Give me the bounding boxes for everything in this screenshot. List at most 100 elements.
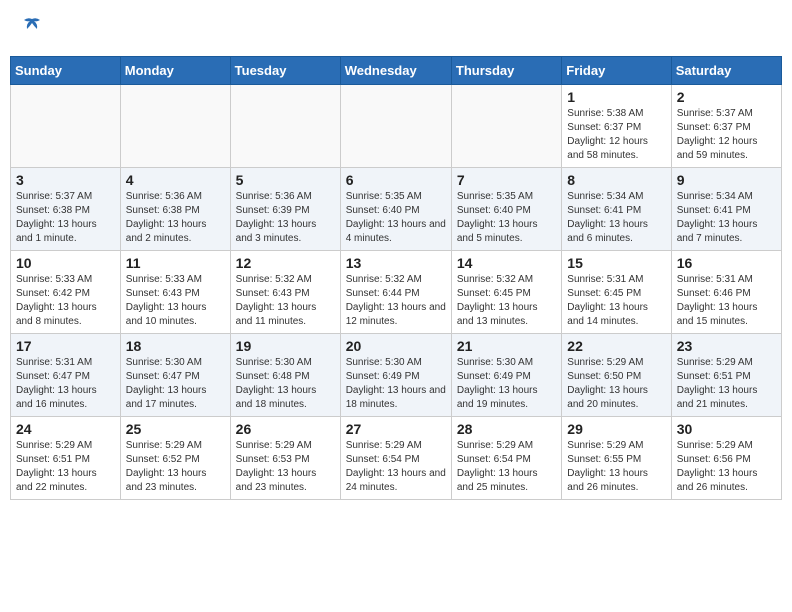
calendar-cell: 30Sunrise: 5:29 AM Sunset: 6:56 PM Dayli… [671, 417, 781, 500]
calendar-cell: 5Sunrise: 5:36 AM Sunset: 6:39 PM Daylig… [230, 168, 340, 251]
calendar-cell: 16 Sunrise: 5:31 AM Sunset: 6:46 PM Dayli… [671, 251, 781, 334]
day-number: 21 [457, 338, 556, 354]
calendar-cell [451, 85, 561, 168]
logo-text-block [20, 15, 44, 41]
calendar-week-5: 24 Sunrise: 5:29 AM Sunset: 6:51 PM Dayli… [11, 417, 782, 500]
day-number: 30 [677, 421, 776, 437]
day-number: 29 [567, 421, 665, 437]
calendar-week-4: 17 Sunrise: 5:31 AM Sunset: 6:47 PM Dayli… [11, 334, 782, 417]
day-info: Sunrise: 5:30 AM Sunset: 6:49 PM Dayligh… [457, 356, 556, 412]
day-info: Sunrise: 5:36 AM Sunset: 6:38 PM Dayligh… [126, 190, 225, 246]
day-info: Sunrise: 5:33 AM Sunset: 6:42 PM Dayligh… [16, 273, 115, 329]
col-header-tuesday: Tuesday [230, 57, 340, 85]
logo-bird-icon [22, 17, 42, 40]
day-number: 17 [16, 338, 115, 354]
day-number: 22 [567, 338, 665, 354]
day-info: Sunrise: 5:35 AM Sunset: 6:40 PM Dayligh… [346, 190, 446, 246]
day-number: 27 [346, 421, 446, 437]
calendar-cell [120, 85, 230, 168]
day-number: 25 [126, 421, 225, 437]
calendar-cell: 13Sunrise: 5:32 AM Sunset: 6:44 PM Dayli… [340, 251, 451, 334]
day-number: 23 [677, 338, 776, 354]
day-info: Sunrise: 5:31 AM Sunset: 6:47 PM Dayligh… [16, 356, 115, 412]
day-info: Sunrise: 5:33 AM Sunset: 6:43 PM Dayligh… [126, 273, 225, 329]
calendar-cell: 26 Sunrise: 5:29 AM Sunset: 6:53 PM Dayli… [230, 417, 340, 500]
calendar-cell: 22 Sunrise: 5:29 AM Sunset: 6:50 PM Dayli… [562, 334, 671, 417]
day-info: Sunrise: 5:29 AM Sunset: 6:55 PM Dayligh… [567, 439, 665, 495]
calendar-cell: 6 Sunrise: 5:35 AM Sunset: 6:40 PM Daylig… [340, 168, 451, 251]
day-info: Sunrise: 5:29 AM Sunset: 6:51 PM Dayligh… [16, 439, 115, 495]
day-number: 26 [236, 421, 335, 437]
day-info: Sunrise: 5:31 AM Sunset: 6:45 PM Dayligh… [567, 273, 665, 329]
day-number: 3 [16, 172, 115, 188]
day-info: Sunrise: 5:37 AM Sunset: 6:38 PM Dayligh… [16, 190, 115, 246]
day-number: 4 [126, 172, 225, 188]
day-info: Sunrise: 5:30 AM Sunset: 6:49 PM Dayligh… [346, 356, 446, 412]
calendar-cell: 1Sunrise: 5:38 AM Sunset: 6:37 PM Daylig… [562, 85, 671, 168]
day-info: Sunrise: 5:35 AM Sunset: 6:40 PM Dayligh… [457, 190, 556, 246]
day-info: Sunrise: 5:29 AM Sunset: 6:54 PM Dayligh… [346, 439, 446, 495]
calendar-cell: 27 Sunrise: 5:29 AM Sunset: 6:54 PM Dayli… [340, 417, 451, 500]
calendar-header-row: SundayMondayTuesdayWednesdayThursdayFrid… [11, 57, 782, 85]
calendar-cell: 21 Sunrise: 5:30 AM Sunset: 6:49 PM Dayli… [451, 334, 561, 417]
calendar-cell: 15 Sunrise: 5:31 AM Sunset: 6:45 PM Dayli… [562, 251, 671, 334]
calendar-cell: 3 Sunrise: 5:37 AM Sunset: 6:38 PM Daylig… [11, 168, 121, 251]
day-number: 5 [236, 172, 335, 188]
day-number: 28 [457, 421, 556, 437]
day-number: 12 [236, 255, 335, 271]
calendar-cell: 8 Sunrise: 5:34 AM Sunset: 6:41 PM Daylig… [562, 168, 671, 251]
day-number: 2 [677, 89, 776, 105]
day-number: 24 [16, 421, 115, 437]
calendar-cell: 17 Sunrise: 5:31 AM Sunset: 6:47 PM Dayli… [11, 334, 121, 417]
day-info: Sunrise: 5:32 AM Sunset: 6:45 PM Dayligh… [457, 273, 556, 329]
logo [20, 15, 44, 41]
day-number: 14 [457, 255, 556, 271]
calendar-cell: 25 Sunrise: 5:29 AM Sunset: 6:52 PM Dayli… [120, 417, 230, 500]
day-number: 19 [236, 338, 335, 354]
calendar-cell: 20 Sunrise: 5:30 AM Sunset: 6:49 PM Dayli… [340, 334, 451, 417]
calendar: SundayMondayTuesdayWednesdayThursdayFrid… [10, 56, 782, 500]
day-number: 6 [346, 172, 446, 188]
calendar-cell: 4 Sunrise: 5:36 AM Sunset: 6:38 PM Daylig… [120, 168, 230, 251]
col-header-monday: Monday [120, 57, 230, 85]
col-header-sunday: Sunday [11, 57, 121, 85]
day-number: 7 [457, 172, 556, 188]
calendar-cell: 2 Sunrise: 5:37 AM Sunset: 6:37 PM Daylig… [671, 85, 781, 168]
calendar-week-1: 1Sunrise: 5:38 AM Sunset: 6:37 PM Daylig… [11, 85, 782, 168]
day-info: Sunrise: 5:30 AM Sunset: 6:48 PM Dayligh… [236, 356, 335, 412]
header [10, 10, 782, 46]
calendar-cell: 24 Sunrise: 5:29 AM Sunset: 6:51 PM Dayli… [11, 417, 121, 500]
calendar-cell: 11Sunrise: 5:33 AM Sunset: 6:43 PM Dayli… [120, 251, 230, 334]
calendar-cell [340, 85, 451, 168]
calendar-cell: 7 Sunrise: 5:35 AM Sunset: 6:40 PM Daylig… [451, 168, 561, 251]
day-info: Sunrise: 5:34 AM Sunset: 6:41 PM Dayligh… [677, 190, 776, 246]
day-number: 16 [677, 255, 776, 271]
day-info: Sunrise: 5:34 AM Sunset: 6:41 PM Dayligh… [567, 190, 665, 246]
day-number: 9 [677, 172, 776, 188]
calendar-cell: 29 Sunrise: 5:29 AM Sunset: 6:55 PM Dayli… [562, 417, 671, 500]
calendar-cell: 12 Sunrise: 5:32 AM Sunset: 6:43 PM Dayli… [230, 251, 340, 334]
day-info: Sunrise: 5:32 AM Sunset: 6:43 PM Dayligh… [236, 273, 335, 329]
calendar-cell: 10 Sunrise: 5:33 AM Sunset: 6:42 PM Dayli… [11, 251, 121, 334]
day-info: Sunrise: 5:29 AM Sunset: 6:52 PM Dayligh… [126, 439, 225, 495]
day-number: 18 [126, 338, 225, 354]
day-number: 13 [346, 255, 446, 271]
calendar-cell: 14 Sunrise: 5:32 AM Sunset: 6:45 PM Dayli… [451, 251, 561, 334]
day-info: Sunrise: 5:37 AM Sunset: 6:37 PM Dayligh… [677, 107, 776, 163]
day-info: Sunrise: 5:29 AM Sunset: 6:53 PM Dayligh… [236, 439, 335, 495]
col-header-wednesday: Wednesday [340, 57, 451, 85]
day-number: 10 [16, 255, 115, 271]
day-info: Sunrise: 5:29 AM Sunset: 6:51 PM Dayligh… [677, 356, 776, 412]
calendar-cell: 18Sunrise: 5:30 AM Sunset: 6:47 PM Dayli… [120, 334, 230, 417]
calendar-week-3: 10 Sunrise: 5:33 AM Sunset: 6:42 PM Dayli… [11, 251, 782, 334]
day-info: Sunrise: 5:38 AM Sunset: 6:37 PM Dayligh… [567, 107, 665, 163]
calendar-cell: 23 Sunrise: 5:29 AM Sunset: 6:51 PM Dayli… [671, 334, 781, 417]
day-info: Sunrise: 5:31 AM Sunset: 6:46 PM Dayligh… [677, 273, 776, 329]
calendar-cell [230, 85, 340, 168]
calendar-cell: 19 Sunrise: 5:30 AM Sunset: 6:48 PM Dayli… [230, 334, 340, 417]
day-number: 20 [346, 338, 446, 354]
day-number: 15 [567, 255, 665, 271]
col-header-thursday: Thursday [451, 57, 561, 85]
day-info: Sunrise: 5:29 AM Sunset: 6:50 PM Dayligh… [567, 356, 665, 412]
day-number: 8 [567, 172, 665, 188]
